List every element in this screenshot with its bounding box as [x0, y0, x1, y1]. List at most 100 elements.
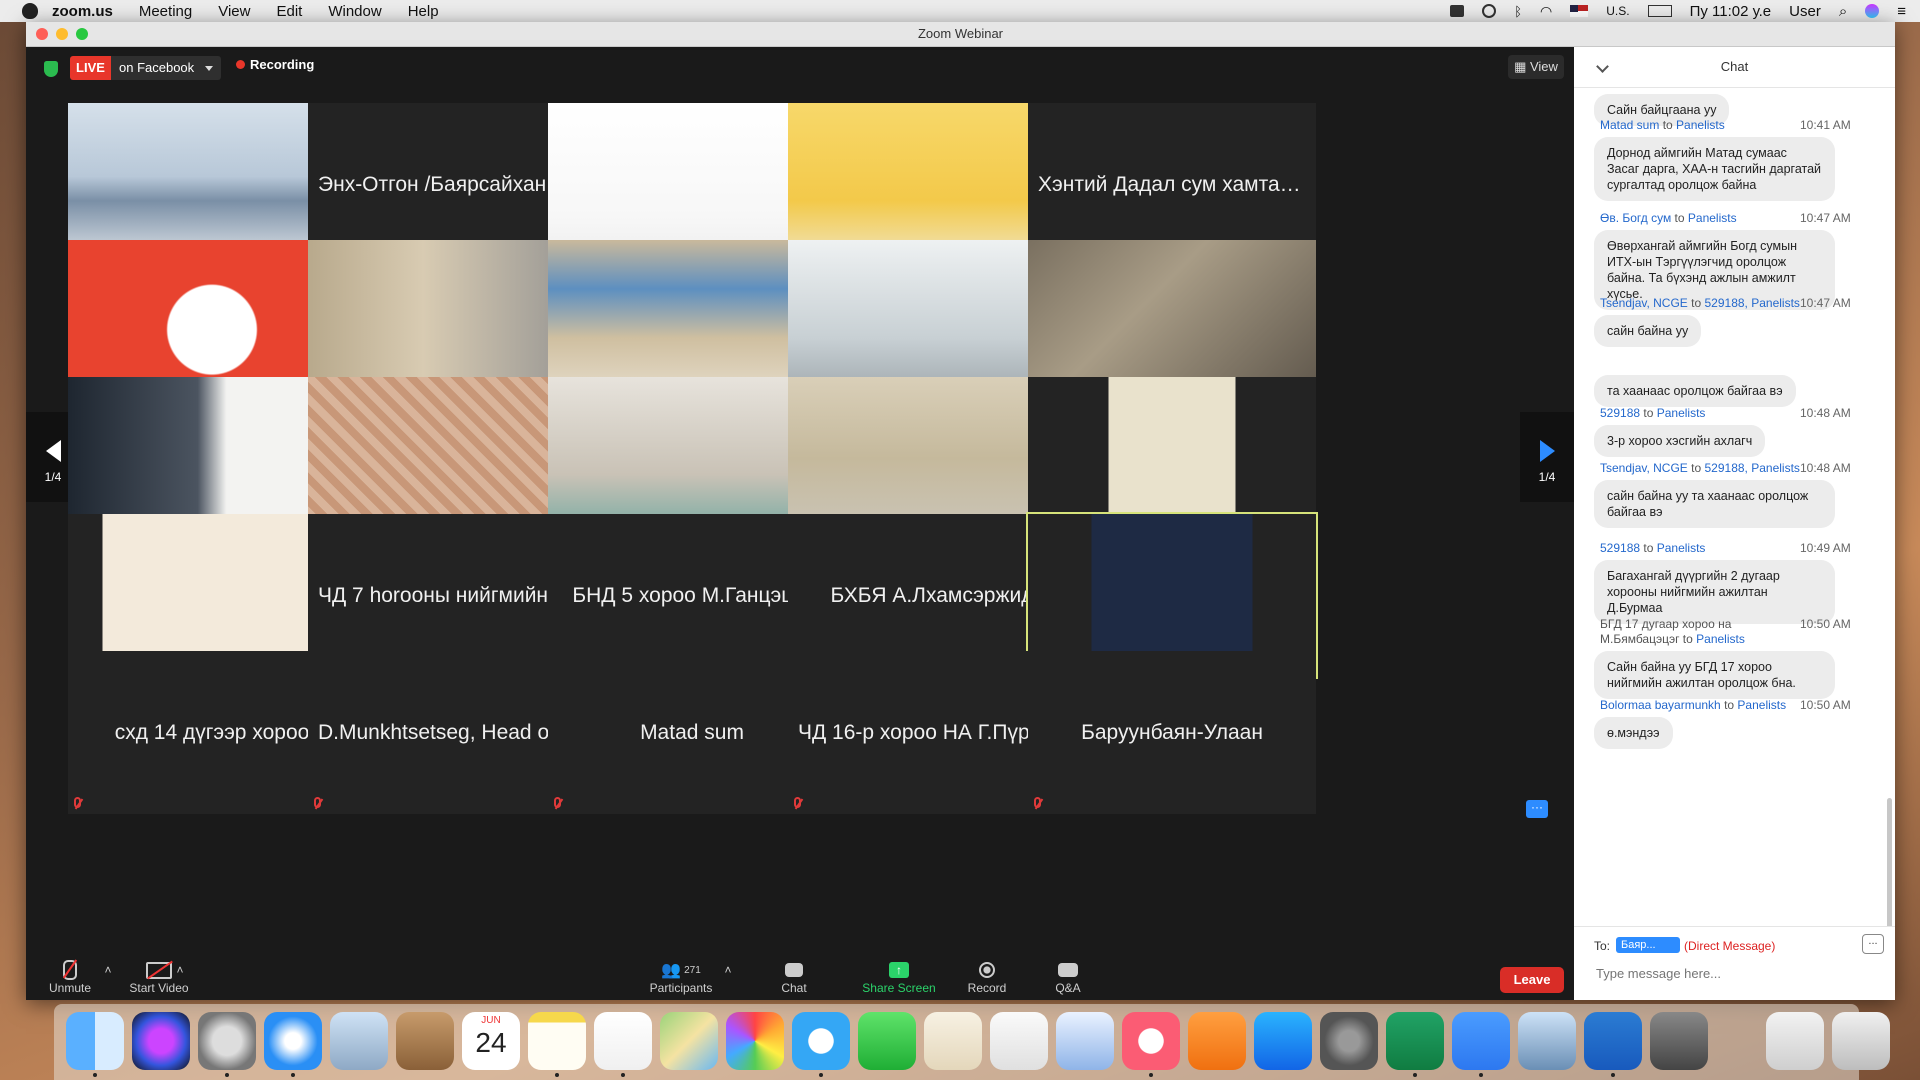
battery-icon[interactable] [1647, 5, 1672, 17]
launchpad-icon[interactable] [198, 1012, 256, 1070]
chat-recipient[interactable]: Panelists [1696, 632, 1745, 646]
chat-messages[interactable]: Сайн байцгаана уу Matad sum to Panelists 1… [1574, 88, 1895, 926]
reminders-icon[interactable] [594, 1012, 652, 1070]
dock: JUN 24 [54, 1004, 1890, 1080]
chat-message-header: Өв. Богд сум to Panelists 10:47 AM [1574, 211, 1851, 226]
chat-scrollbar[interactable] [1887, 798, 1892, 926]
chat-button[interactable]: Chat [774, 959, 814, 995]
maps-icon[interactable] [660, 1012, 718, 1070]
chat-sender[interactable]: Tsendjav, NCGE [1600, 296, 1688, 310]
flag-icon[interactable] [1570, 5, 1589, 17]
bluetooth-icon[interactable]: ᛒ [1514, 4, 1522, 19]
chat-recipient[interactable]: 529188, Panelists [1705, 461, 1800, 475]
chat-recipient[interactable]: Panelists [1676, 118, 1725, 132]
menu-help[interactable]: Help [408, 3, 439, 20]
input-source[interactable]: U.S. [1606, 4, 1629, 18]
chat-sender[interactable]: 529188 [1600, 406, 1640, 420]
audio-options-caret[interactable]: ˄ [102, 959, 114, 981]
chat-recipient[interactable]: Panelists [1657, 541, 1706, 555]
chat-recipient[interactable]: Panelists [1657, 406, 1706, 420]
calendar-icon[interactable]: JUN 24 [462, 1012, 520, 1070]
clock[interactable]: Пу 11:02 у.е [1690, 3, 1772, 20]
music-icon[interactable] [1122, 1012, 1180, 1070]
chat-message: та хаанаас оролцож байгаа вэ [1574, 371, 1874, 407]
participant-name-text: ЧД 7 horooны нийгмийн аж... [318, 583, 586, 607]
tile-more-options-button[interactable]: ··· [1526, 800, 1548, 818]
share-screen-label: Share Screen [862, 981, 936, 995]
next-page-button[interactable]: 1/4 [1520, 412, 1574, 502]
unmute-button[interactable]: Unmute [40, 959, 100, 995]
siri-icon[interactable] [132, 1012, 190, 1070]
chat-sender[interactable]: 529188 [1600, 541, 1640, 555]
documents-stack-icon[interactable] [1766, 1012, 1824, 1070]
zoom-icon[interactable] [1452, 1012, 1510, 1070]
chat-message-input[interactable] [1594, 965, 1883, 982]
finder-icon[interactable] [66, 1012, 124, 1070]
live-badge[interactable]: LIVE [70, 56, 111, 80]
messages-icon[interactable] [792, 1012, 850, 1070]
qa-icon [1058, 963, 1078, 977]
numbers-icon[interactable] [990, 1012, 1048, 1070]
notes-icon[interactable] [528, 1012, 586, 1070]
security-shield-icon[interactable] [44, 61, 58, 77]
notification-center-icon[interactable]: ≡ [1897, 3, 1906, 20]
books-icon[interactable] [1188, 1012, 1246, 1070]
menu-meeting[interactable]: Meeting [139, 3, 192, 20]
wifi-icon[interactable]: ◠ [1540, 3, 1552, 20]
spotlight-icon[interactable]: ⌕ [1839, 3, 1847, 20]
meeting-top-bar: LIVE on Facebook Recording ▦ View [26, 47, 1574, 87]
preview-icon[interactable] [330, 1012, 388, 1070]
share-screen-button[interactable]: ↑ Share Screen [854, 959, 944, 995]
live-destination-dropdown[interactable]: on Facebook [111, 56, 221, 80]
chat-recipient[interactable]: 529188, Panelists [1705, 296, 1800, 310]
siri-icon[interactable] [1865, 4, 1880, 18]
contacts-icon[interactable] [396, 1012, 454, 1070]
chat-sender[interactable]: Өв. Богд сум [1600, 211, 1671, 225]
textedit-icon[interactable] [924, 1012, 982, 1070]
record-button[interactable]: Record [962, 959, 1012, 995]
system-preferences-icon[interactable] [1320, 1012, 1378, 1070]
participant-tile[interactable]: Баруунбаян-Улаан [1028, 651, 1316, 814]
trash-icon[interactable] [1832, 1012, 1890, 1070]
chat-message-header: БГД 17 дугаар хороо на М.Бямбацэцэг to P… [1574, 617, 1851, 647]
chevron-down-icon[interactable] [1596, 60, 1609, 73]
participants-button[interactable]: 👥 271 Participants [646, 959, 716, 995]
menu-app[interactable]: zoom.us [52, 3, 113, 20]
participants-options-caret[interactable]: ˄ [722, 959, 734, 981]
chat-message-header: Bolormaa bayarmunkh to Panelists 10:50 AM [1574, 698, 1851, 713]
screen-share-icon[interactable] [1482, 4, 1497, 18]
chat-to-word: to [1687, 296, 1705, 310]
arrow-right-icon [1539, 440, 1555, 462]
chat-recipient[interactable]: Panelists [1688, 211, 1737, 225]
word-icon[interactable] [1584, 1012, 1642, 1070]
menu-window[interactable]: Window [328, 3, 381, 20]
keynote-icon[interactable] [1056, 1012, 1114, 1070]
qa-button[interactable]: Q&A [1048, 959, 1088, 995]
menu-view[interactable]: View [218, 3, 250, 20]
video-options-caret[interactable]: ˄ [174, 959, 186, 981]
apple-icon[interactable] [22, 3, 38, 19]
safari-icon[interactable] [264, 1012, 322, 1070]
chat-more-button[interactable]: ... [1862, 934, 1884, 954]
running-indicator [225, 1073, 229, 1077]
chat-sender[interactable]: Matad sum [1600, 118, 1659, 132]
recording-indicator[interactable]: Recording [236, 57, 314, 72]
recipient-dropdown[interactable]: Баяр... [1616, 937, 1680, 953]
excel-icon[interactable] [1386, 1012, 1444, 1070]
facetime-icon[interactable] [858, 1012, 916, 1070]
view-button[interactable]: ▦ View [1508, 55, 1564, 79]
chat-to-word: to [1679, 632, 1697, 646]
calculator-icon[interactable] [1650, 1012, 1708, 1070]
menu-edit[interactable]: Edit [276, 3, 302, 20]
zoom-status-icon[interactable] [1450, 5, 1465, 17]
image-capture-icon[interactable] [1518, 1012, 1576, 1070]
chat-timestamp: 10:47 AM [1800, 296, 1851, 310]
photos-icon[interactable] [726, 1012, 784, 1070]
user-menu[interactable]: User [1789, 3, 1821, 20]
chat-sender[interactable]: Tsendjav, NCGE [1600, 461, 1688, 475]
chat-sender[interactable]: Bolormaa bayarmunkh [1600, 698, 1721, 712]
leave-button[interactable]: Leave [1500, 967, 1564, 993]
chat-recipient[interactable]: Panelists [1737, 698, 1786, 712]
chat-to-word: to [1640, 541, 1657, 555]
app-store-icon[interactable] [1254, 1012, 1312, 1070]
